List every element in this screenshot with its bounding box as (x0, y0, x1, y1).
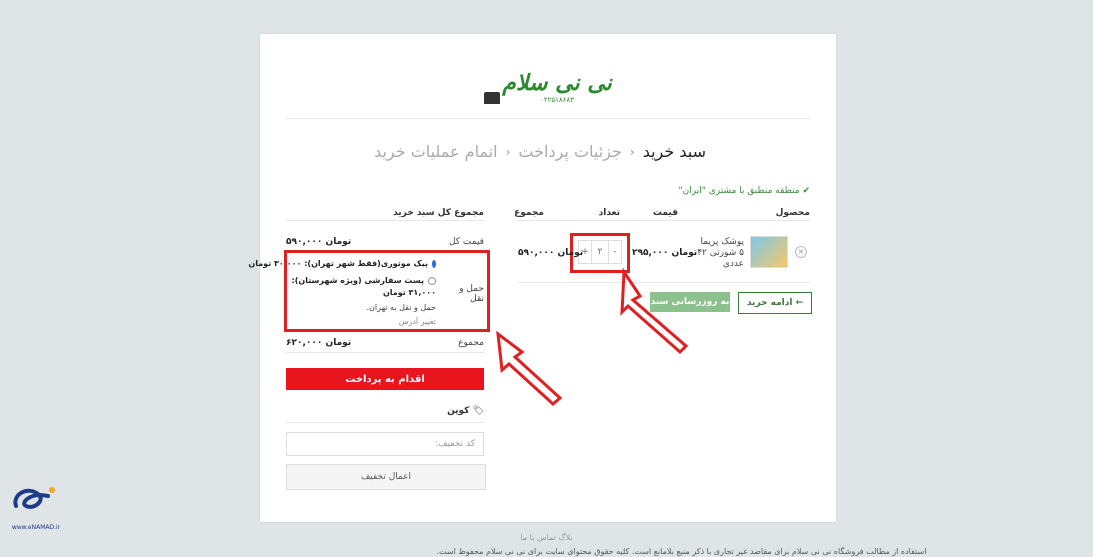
footer-links[interactable]: بلاگ تماس با ما (0, 533, 1093, 542)
arrow-to-shipping (496, 330, 563, 407)
enamad-site: www.eNAMAD.ir (11, 524, 61, 531)
arrow-to-quantity (620, 267, 689, 355)
annotation-arrows (496, 267, 689, 407)
enamad-badge[interactable]: www.eNAMAD.ir (8, 476, 64, 556)
enamad-logo-icon (13, 487, 55, 509)
footer-copyright: استفاده از مطالب فروشگاه نی نی سلام برای… (436, 547, 927, 556)
